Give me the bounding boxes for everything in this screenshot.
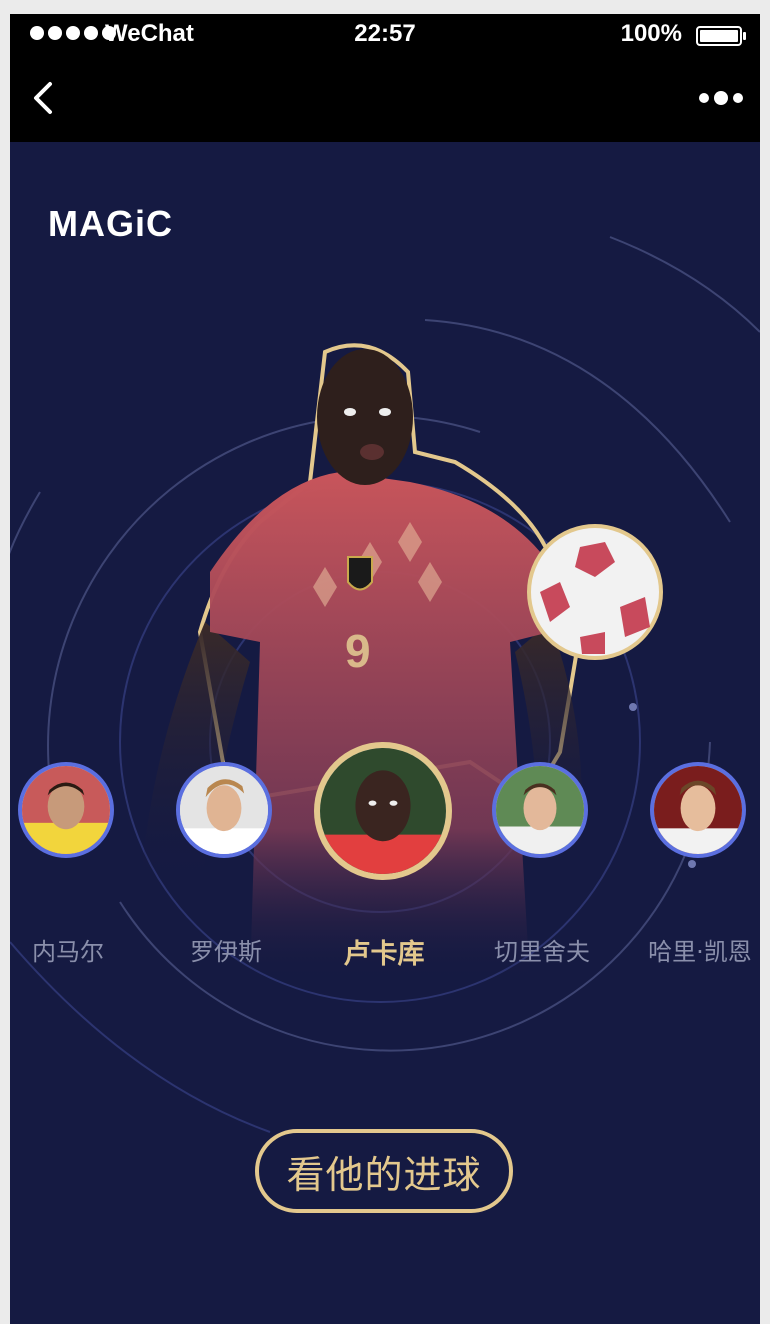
back-button[interactable]	[24, 76, 68, 120]
more-button[interactable]	[696, 80, 746, 116]
player-name-reus[interactable]: 罗伊斯	[151, 932, 301, 967]
reus-photo	[180, 766, 268, 854]
nav-bar	[10, 54, 760, 142]
player-name-lukaku[interactable]: 卢卡库	[309, 932, 459, 971]
watch-goals-button[interactable]: 看他的进球	[255, 1129, 513, 1213]
magic-logo: MAGiC	[48, 204, 173, 242]
player-avatar-cheryshev[interactable]	[492, 762, 588, 858]
chevron-left-icon	[34, 82, 52, 114]
player-avatar-kane[interactable]	[650, 762, 746, 858]
hero-player-image: 9	[140, 343, 663, 982]
phone-screen: WeChat 22:57 100% MAGiC 9 内马尔 罗伊斯 卢卡库 切里…	[10, 14, 760, 1324]
status-bar: WeChat 22:57 100%	[10, 14, 760, 54]
svg-text:MAGiC: MAGiC	[48, 204, 173, 242]
cheryshev-photo	[496, 766, 584, 854]
player-name-cheryshev[interactable]: 切里舍夫	[467, 932, 617, 967]
kane-photo	[654, 766, 742, 854]
player-avatar-lukaku[interactable]	[314, 742, 452, 880]
battery-percent: 100%	[620, 20, 682, 47]
neymar-photo	[22, 766, 110, 854]
player-name-neymar[interactable]: 内马尔	[10, 932, 143, 967]
more-dots-icon	[699, 91, 743, 105]
lukaku-photo	[320, 748, 446, 874]
player-avatar-neymar[interactable]	[18, 762, 114, 858]
player-avatar-reus[interactable]	[176, 762, 272, 858]
player-name-kane[interactable]: 哈里·凯恩	[625, 932, 760, 967]
battery-icon	[696, 26, 746, 46]
main-content: MAGiC 9 内马尔 罗伊斯 卢卡库 切里舍夫 哈里·凯恩 看他的进球	[10, 142, 760, 1324]
svg-text:9: 9	[345, 625, 371, 677]
